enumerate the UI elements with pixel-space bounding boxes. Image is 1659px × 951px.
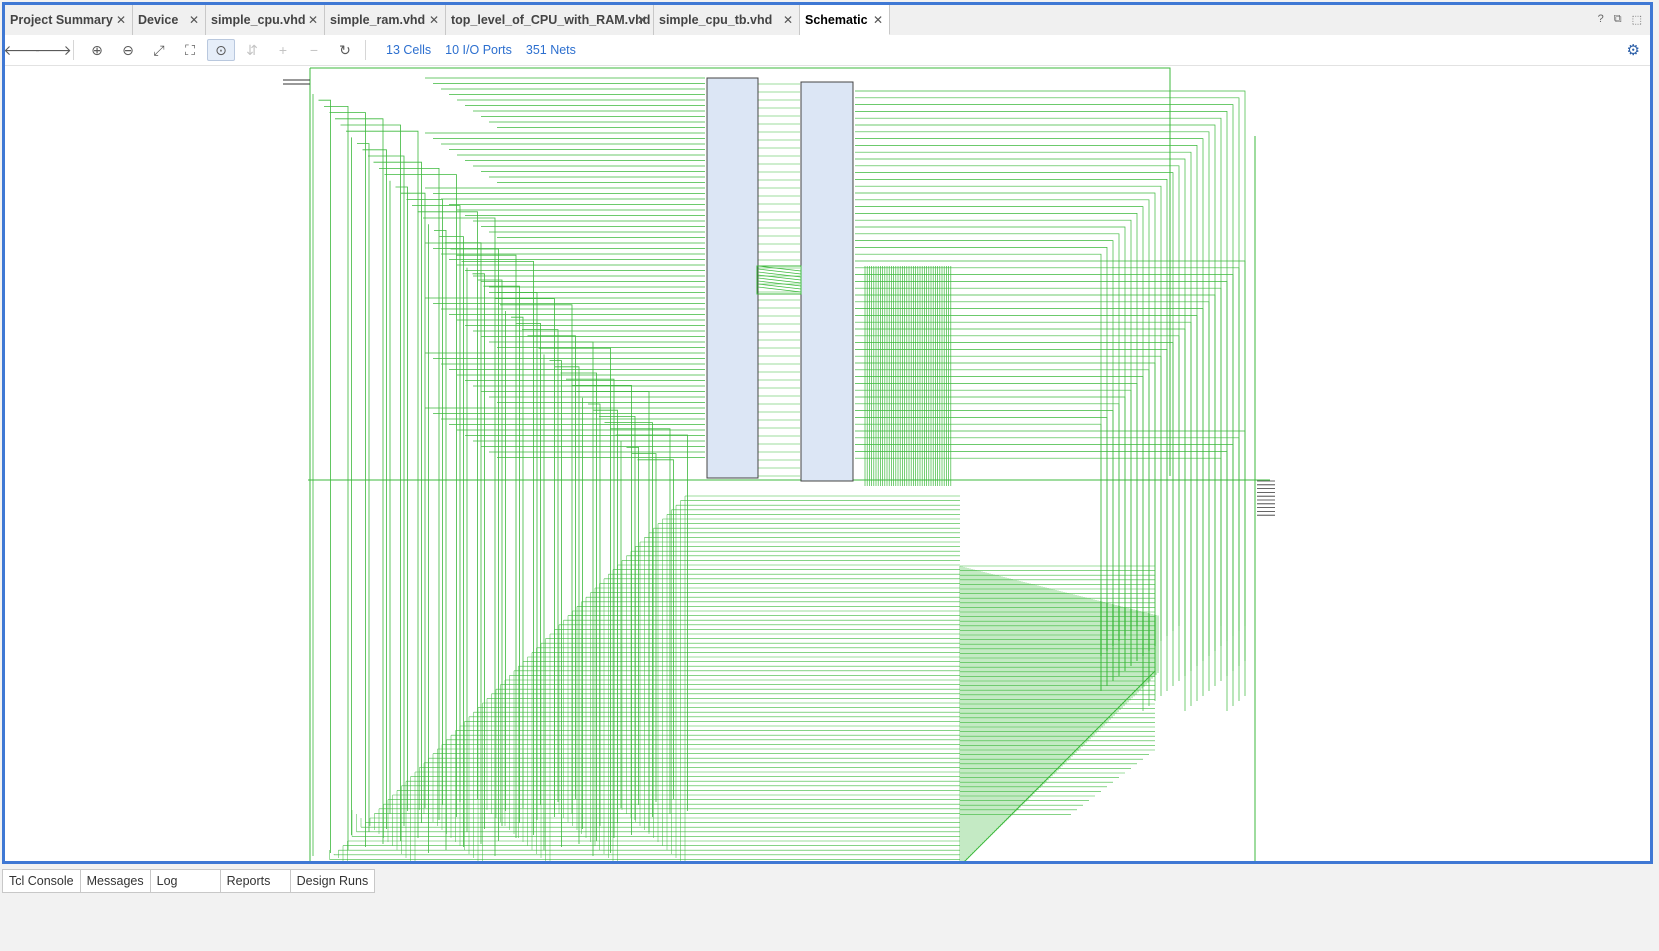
tab-top-level-of-cpu-with-ram-vhd[interactable]: top_level_of_CPU_with_RAM.vhd ✕ (446, 5, 654, 35)
nets-count-link[interactable]: 351 Nets (526, 43, 576, 57)
net-wire[interactable] (527, 335, 576, 799)
net-wire[interactable] (757, 286, 802, 293)
restore-icon[interactable]: ⧉ (1614, 13, 1622, 26)
zoom-fit-icon[interactable]: ⤢ (145, 39, 173, 61)
net-wire[interactable] (434, 230, 447, 850)
tab-schematic[interactable]: Schematic ✕ (800, 5, 890, 35)
cpu-cell[interactable] (706, 77, 759, 479)
net-wire[interactable] (456, 254, 517, 838)
tab-label: simple_ram.vhd (330, 13, 426, 27)
net-wire[interactable] (335, 118, 384, 844)
net-wire[interactable] (855, 335, 1180, 626)
net-wire[interactable] (324, 106, 349, 850)
collapse-icon[interactable]: − (300, 39, 328, 61)
zoom-in-icon[interactable]: ⊕ (83, 39, 111, 61)
net-wire[interactable] (757, 283, 802, 290)
net-wire[interactable] (855, 117, 1222, 646)
close-icon[interactable]: ✕ (637, 13, 647, 27)
bottom-panel-tabs: Tcl Console Messages Log Reports Design Runs (2, 869, 376, 893)
schematic-toolbar: 🡐 🡒 ⊕ ⊖ ⤢ ⛶ ⊙ ⇵ + − ↻ 13 Cells 10 I/O Ports 351 Net… (3, 35, 1650, 66)
net-wire[interactable] (855, 213, 1138, 626)
cells-count-link[interactable]: 13 Cells (386, 43, 431, 57)
net-wire[interactable] (417, 211, 478, 799)
close-icon[interactable]: ✕ (783, 13, 793, 27)
net-wire[interactable] (395, 186, 408, 811)
schematic-window: Project Summary ✕ Device ✕ simple_cpu.vhd ✕ si… (2, 2, 1653, 864)
net-wire[interactable] (379, 168, 440, 820)
net-wire[interactable] (626, 447, 639, 805)
regenerate-icon[interactable]: ⇵ (238, 39, 266, 61)
zoom-out-icon[interactable]: ⊖ (114, 39, 142, 61)
net-wire[interactable] (855, 247, 1108, 651)
forward-arrow-icon[interactable]: 🡒 (34, 39, 72, 61)
net-wire[interactable] (855, 111, 1228, 641)
tab-label: Schematic (805, 12, 868, 27)
tab-label: simple_cpu_tb.vhd (659, 13, 773, 27)
net-wire[interactable] (412, 205, 461, 802)
tab-simple-cpu-tb-vhd[interactable]: simple_cpu_tb.vhd ✕ (654, 5, 800, 35)
net-wire[interactable] (318, 99, 331, 853)
help-icon[interactable]: ? (1598, 13, 1604, 26)
close-icon[interactable]: ✕ (308, 13, 318, 27)
net-wire[interactable] (511, 316, 524, 808)
bottom-tab-log[interactable]: Log (150, 869, 221, 893)
net-wire[interactable] (368, 155, 405, 826)
tab-label: Project Summary (10, 13, 113, 27)
net-wire[interactable] (855, 321, 1192, 706)
net-wire[interactable] (560, 372, 597, 841)
ram-cell[interactable] (800, 81, 854, 482)
net-wire[interactable] (406, 199, 443, 805)
net-wire[interactable] (373, 161, 422, 823)
toolbar-separator (73, 40, 74, 60)
editor-tab-bar: Project Summary ✕ Device ✕ simple_cpu.vhd ✕ si… (5, 5, 1650, 36)
zoom-selection-icon[interactable]: ⛶ (176, 39, 204, 61)
window-controls: ? ⧉ ⬚ (1598, 13, 1642, 26)
net-wire[interactable] (855, 417, 1108, 686)
net-wire[interactable] (549, 360, 562, 847)
toolbar-separator (365, 40, 366, 60)
tab-label: Device (138, 13, 179, 27)
schematic-canvas[interactable] (5, 66, 1650, 861)
net-wire[interactable] (855, 308, 1204, 696)
expand-icon[interactable]: + (269, 39, 297, 61)
tab-device[interactable]: Device ✕ (133, 5, 206, 35)
status-bar (0, 895, 1659, 951)
net-wire[interactable] (855, 104, 1234, 636)
close-icon[interactable]: ✕ (189, 13, 199, 27)
bottom-tab-messages[interactable]: Messages (80, 869, 151, 893)
net-wire[interactable] (757, 280, 802, 287)
net-wire[interactable] (855, 349, 1168, 636)
net-wire[interactable] (855, 151, 1192, 671)
select-mode-icon[interactable]: ⊙ (207, 39, 235, 61)
net-wire[interactable] (357, 143, 370, 832)
net-wire[interactable] (855, 131, 1210, 656)
net-wire[interactable] (757, 268, 802, 275)
refresh-icon[interactable]: ↻ (331, 39, 359, 61)
tab-project-summary[interactable]: Project Summary ✕ (5, 5, 133, 35)
bottom-tab-tcl-console[interactable]: Tcl Console (2, 869, 81, 893)
net-wire[interactable] (855, 138, 1204, 661)
net-wire[interactable] (757, 277, 802, 284)
net-wire[interactable] (757, 265, 802, 272)
net-wire[interactable] (566, 378, 615, 838)
net-wire[interactable] (604, 422, 653, 817)
net-wire[interactable] (599, 416, 636, 820)
tab-simple-cpu-vhd[interactable]: simple_cpu.vhd ✕ (206, 5, 325, 35)
tab-label: simple_cpu.vhd (211, 13, 306, 27)
close-icon[interactable]: ✕ (429, 13, 439, 27)
close-icon[interactable]: ✕ (873, 13, 883, 27)
tab-simple-ram-vhd[interactable]: simple_ram.vhd ✕ (325, 5, 446, 35)
close-icon[interactable]: ✕ (116, 13, 126, 27)
input-port-left[interactable] (283, 79, 310, 85)
net-wire[interactable] (855, 165, 1180, 681)
io-ports-count-link[interactable]: 10 I/O Ports (445, 43, 512, 57)
maximize-icon[interactable]: ⬚ (1632, 13, 1642, 26)
bottom-tab-design-runs[interactable]: Design Runs (290, 869, 376, 893)
tab-label: top_level_of_CPU_with_RAM.vhd (451, 13, 651, 27)
schematic-drawing[interactable] (5, 66, 1650, 861)
gear-icon[interactable]: ⚙ (1627, 41, 1640, 59)
back-arrow-icon[interactable]: 🡐 (3, 39, 41, 61)
bottom-tab-reports[interactable]: Reports (220, 869, 291, 893)
net-wire[interactable] (340, 124, 401, 841)
